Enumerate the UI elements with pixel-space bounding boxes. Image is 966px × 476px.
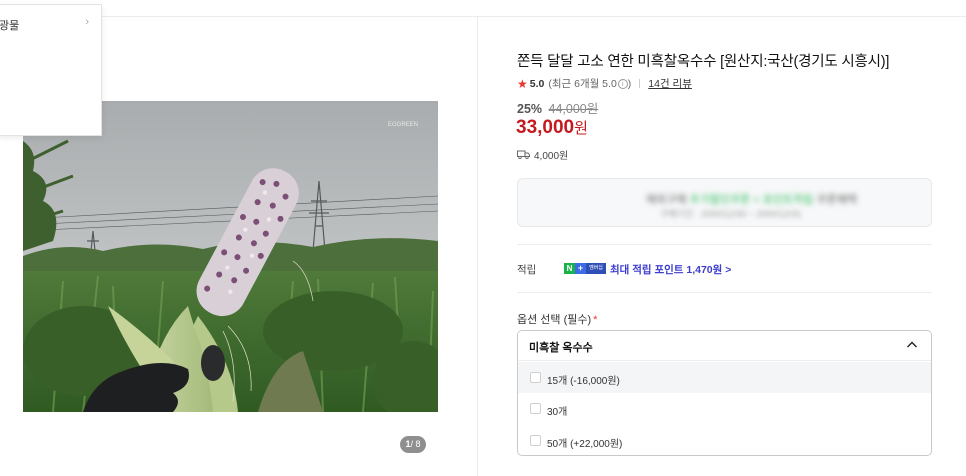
- rating-score: 5.0: [529, 77, 545, 90]
- top-divider: [0, 16, 966, 17]
- required-mark: *: [593, 314, 598, 326]
- info-icon[interactable]: i: [617, 78, 628, 89]
- option-label-text: 옵션 선택 (필수): [517, 314, 592, 326]
- truck-icon: [517, 150, 530, 159]
- rating-row: ★ 5.0 (최근 6개월 5.0 i) 14건 리뷰: [517, 76, 692, 91]
- chevron-up-icon[interactable]: [905, 338, 919, 352]
- checkbox[interactable]: [530, 403, 541, 414]
- column-divider: [477, 16, 478, 476]
- option-item-label: 50개 (+22,000원): [547, 439, 623, 450]
- category-menu-item[interactable]: 광물 ›: [0, 14, 101, 34]
- coupon-banner-line1-c: 쿠폰혜택: [816, 194, 857, 206]
- pager-total: / 8: [410, 439, 421, 449]
- checkbox[interactable]: [530, 372, 541, 383]
- option-item[interactable]: 15개 (-16,000원): [518, 362, 931, 393]
- watermark-text: EGGREEN: [388, 122, 418, 128]
- star-icon: ★: [517, 76, 528, 91]
- category-menu-item-label: 광물: [0, 20, 20, 32]
- rating-detail-close: ): [627, 77, 632, 90]
- image-pager: 1/ 8: [400, 436, 426, 453]
- option-item[interactable]: 50개 (+22,000원): [518, 425, 931, 455]
- product-image[interactable]: EGGREEN: [23, 101, 438, 412]
- separator: [639, 79, 641, 88]
- category-dropdown-menu: 광물 ›: [0, 4, 102, 136]
- coupon-banner-line2: 구매기간 · 2000/12/30 ~ 2000/12/31: [660, 209, 802, 219]
- coupon-banner-line1-b: 추가할인쿠폰 + 포인트적립: [689, 194, 814, 206]
- option-item-label: 30개: [547, 407, 568, 418]
- max-point-link[interactable]: 최대 적립 포인트 1,470원 >: [610, 262, 731, 277]
- checkbox[interactable]: [530, 435, 541, 446]
- option-item-label: 15개 (-16,000원): [547, 376, 620, 387]
- option-select: 미흑찰 옥수수 15개 (-16,000원) 30개 50개 (+22,000원…: [517, 330, 932, 456]
- rating-detail: (최근 6개월 5.0: [548, 78, 617, 90]
- shipping-fee-value: 4,000원: [534, 151, 569, 162]
- point-label: 적립: [517, 264, 537, 276]
- point-row: 적립 N + 멤버십 최대 적립 포인트 1,470원 >: [517, 261, 932, 277]
- divider: [517, 244, 932, 245]
- discount-row: 25% 44,000원: [517, 98, 598, 117]
- npay-plus: +: [575, 263, 586, 274]
- coupon-banner-line1: 해외구매 추가할인쿠폰 + 포인트적립 쿠폰혜택: [646, 191, 857, 207]
- sale-price-unit: 원: [574, 120, 588, 137]
- sale-price: 33,000원: [516, 117, 588, 139]
- discount-rate: 25%: [517, 102, 543, 116]
- sale-price-value: 33,000: [516, 117, 575, 138]
- original-price: 44,000원: [548, 102, 599, 116]
- npay-membership: 멤버십: [586, 263, 606, 274]
- coupon-banner[interactable]: 해외구매 추가할인쿠폰 + 포인트적립 쿠폰혜택 구매기간 · 2000/12/…: [517, 178, 932, 227]
- option-item[interactable]: 30개: [518, 393, 931, 424]
- option-selected-value: 미흑찰 옥수수: [529, 342, 593, 354]
- divider: [517, 292, 932, 293]
- product-title: 쫀득 달달 고소 연한 미흑찰옥수수 [원산지:국산(경기도 시흥시)]: [517, 54, 890, 70]
- coupon-banner-line1-a: 해외구매: [646, 194, 687, 206]
- option-label: 옵션 선택 (필수) *: [517, 311, 597, 327]
- option-select-header[interactable]: 미흑찰 옥수수: [518, 331, 931, 361]
- reviews-link[interactable]: 14건 리뷰: [648, 76, 692, 91]
- npay-badge-icon: N + 멤버십: [564, 263, 606, 274]
- npay-n: N: [564, 263, 575, 274]
- chevron-right-icon: ›: [85, 16, 89, 28]
- shipping-fee: 4,000원: [517, 147, 568, 162]
